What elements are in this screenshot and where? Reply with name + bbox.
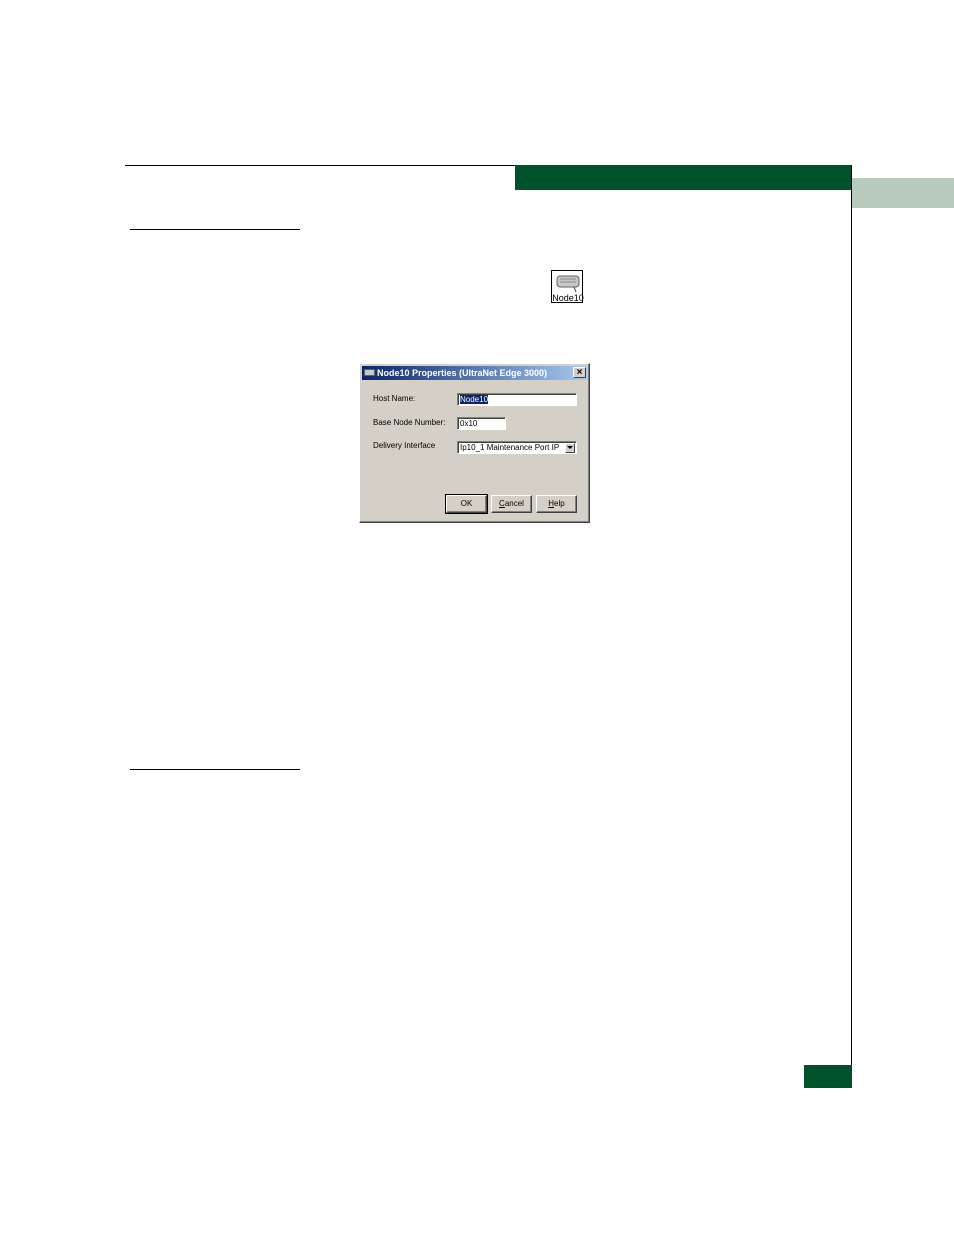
node-device-icon <box>556 275 580 293</box>
header-rule <box>125 165 515 166</box>
host-name-value: Node10 <box>460 395 489 404</box>
dropdown-button[interactable] <box>565 443 575 453</box>
base-node-number-input[interactable]: 0x10 <box>457 417 506 430</box>
close-icon: × <box>576 367 583 378</box>
base-node-number-value: 0x10 <box>460 419 478 428</box>
help-label-rest: elp <box>554 499 565 508</box>
chapter-tab <box>852 178 954 208</box>
dialog-title: Node10 Properties (UltraNet Edge 3000) <box>377 368 548 378</box>
node-properties-dialog: Node10 Properties (UltraNet Edge 3000) ×… <box>359 363 590 523</box>
app-icon <box>364 369 375 376</box>
chevron-down-icon <box>567 446 573 449</box>
node-icon[interactable]: Node10 <box>551 270 584 303</box>
base-node-number-label: Base Node Number: <box>373 418 446 427</box>
help-button[interactable]: Help <box>536 495 577 513</box>
ok-button[interactable]: OK <box>445 494 488 514</box>
dialog-titlebar[interactable]: Node10 Properties (UltraNet Edge 3000) × <box>362 366 587 380</box>
delivery-interface-select[interactable]: Ip10_1 Maintenance Port IP <box>457 441 577 454</box>
cancel-label-rest: ancel <box>504 499 524 508</box>
node-icon-label: Node10 <box>552 293 584 303</box>
right-margin-rule <box>851 165 852 1088</box>
host-name-input[interactable]: Node10 <box>457 393 577 406</box>
header-bar <box>515 165 852 190</box>
section-rule-1 <box>130 229 300 230</box>
host-name-label: Host Name: <box>373 394 416 403</box>
section-rule-2 <box>130 769 300 770</box>
cancel-button[interactable]: Cancel <box>491 495 532 513</box>
close-button[interactable]: × <box>573 367 586 378</box>
delivery-interface-value: Ip10_1 Maintenance Port IP <box>460 443 560 452</box>
delivery-interface-label: Delivery Interface <box>373 441 436 450</box>
page-number-box <box>804 1065 852 1088</box>
